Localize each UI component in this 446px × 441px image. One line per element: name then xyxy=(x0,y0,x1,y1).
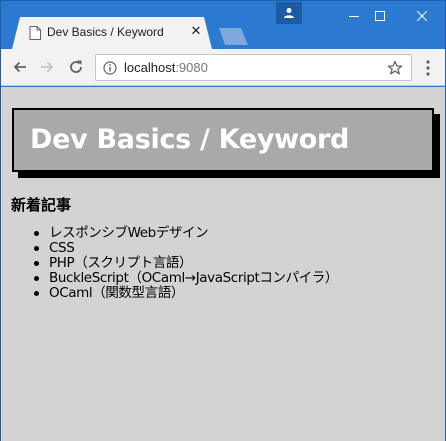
new-tab-button[interactable] xyxy=(219,28,248,45)
article-link-css[interactable]: CSS xyxy=(33,241,438,256)
browser-toolbar: localhost:9080 xyxy=(1,49,445,86)
address-bar[interactable]: localhost:9080 xyxy=(95,54,412,81)
maximize-button[interactable] xyxy=(357,1,403,31)
info-icon[interactable] xyxy=(103,61,117,75)
page-content: Dev Basics / Keyword 新着記事 レスポンシブWebデザイン … xyxy=(1,87,445,441)
user-icon xyxy=(284,8,294,18)
article-link-ocaml[interactable]: OCaml（関数型言語） xyxy=(33,286,438,301)
page-icon xyxy=(29,26,41,40)
title-bar: Dev Basics / Keyword ✕ xyxy=(1,1,445,49)
bookmark-star-icon[interactable] xyxy=(387,60,403,76)
reload-icon xyxy=(70,60,82,73)
browser-window: Dev Basics / Keyword ✕ localhost:9080 De… xyxy=(0,0,446,441)
user-profile-button[interactable] xyxy=(276,2,302,24)
article-link-bucklescript[interactable]: BuckleScript（OCaml→JavaScriptコンパイラ） xyxy=(33,271,438,286)
back-button[interactable] xyxy=(10,57,30,77)
url-text: localhost:9080 xyxy=(124,60,208,75)
reload-button[interactable] xyxy=(66,57,86,77)
site-title: Dev Basics / Keyword xyxy=(30,124,350,155)
article-link-php[interactable]: PHP（スクリプト言語） xyxy=(33,256,438,271)
close-tab-icon[interactable]: ✕ xyxy=(189,24,203,40)
arrow-forward-icon xyxy=(41,61,54,73)
close-window-button[interactable] xyxy=(399,1,445,31)
close-window-icon xyxy=(417,11,427,21)
tab-title: Dev Basics / Keyword xyxy=(47,25,164,39)
url-port: :9080 xyxy=(175,60,208,75)
more-menu-icon[interactable] xyxy=(420,58,436,78)
arrow-back-icon xyxy=(13,61,26,73)
forward-button[interactable] xyxy=(37,57,57,77)
site-banner: Dev Basics / Keyword xyxy=(12,108,434,172)
section-heading: 新着記事 xyxy=(11,196,72,214)
active-tab[interactable]: Dev Basics / Keyword ✕ xyxy=(12,17,212,49)
maximize-icon xyxy=(375,11,385,21)
url-host: localhost xyxy=(124,60,176,75)
article-link-responsive-web-design[interactable]: レスポンシブWebデザイン xyxy=(33,226,438,241)
article-list: レスポンシブWebデザイン CSS PHP（スクリプト言語） BuckleScr… xyxy=(33,226,438,301)
